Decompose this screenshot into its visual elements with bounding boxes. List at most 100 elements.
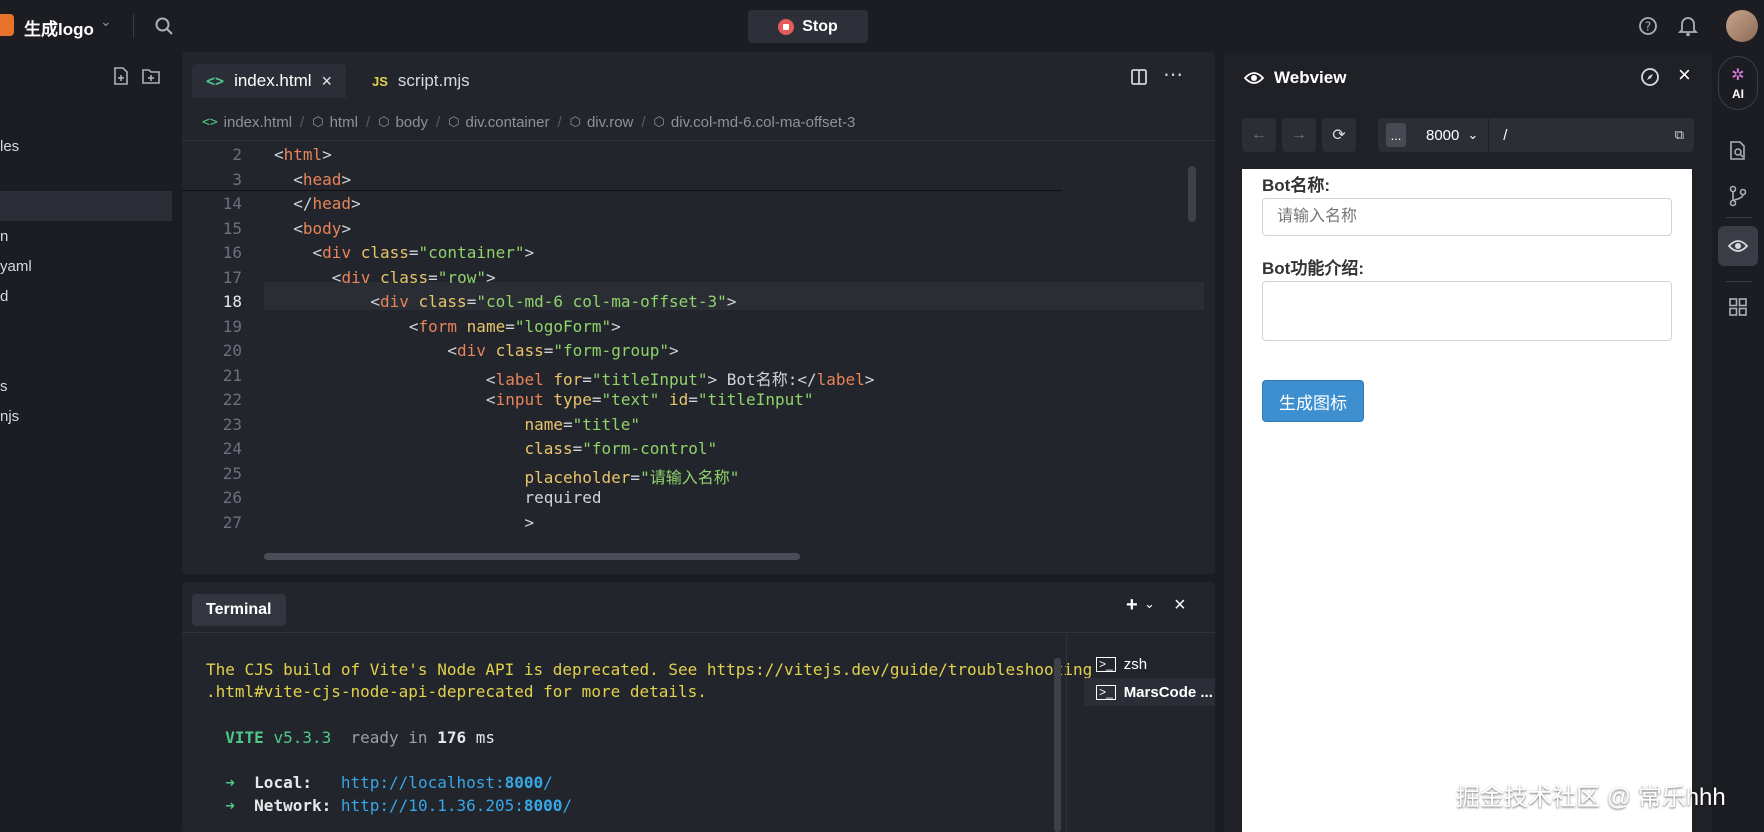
selected-file-row[interactable] <box>0 191 172 221</box>
search-icon[interactable] <box>154 16 174 36</box>
more-icon[interactable]: ⋯ <box>1163 62 1184 87</box>
eye-icon <box>1728 240 1748 252</box>
refresh-icon: ⟳ <box>1332 127 1346 144</box>
activity-bar: ✲ AI <box>1712 52 1764 832</box>
grid-apps-icon[interactable] <box>1728 297 1748 317</box>
compass-icon[interactable] <box>1640 67 1660 87</box>
copy-icon[interactable]: ⧉ <box>1675 127 1684 143</box>
line-number: 22 <box>222 390 242 409</box>
close-icon[interactable]: × <box>322 71 333 92</box>
document-search-icon[interactable] <box>1728 140 1748 162</box>
code-line: class="form-control" <box>524 439 718 458</box>
url-path[interactable]: / <box>1503 127 1507 144</box>
chevron-down-icon[interactable]: ⌄ <box>1144 596 1155 612</box>
cube-icon: ⬡ <box>653 114 665 129</box>
arrow-right-icon: → <box>1291 126 1307 143</box>
code-line: <body> <box>293 218 352 238</box>
tab-index-html[interactable]: <> index.html × <box>192 64 347 98</box>
svg-text:?: ? <box>1645 20 1651 34</box>
terminal-line: The CJS build of Vite's Node API is depr… <box>206 660 1093 679</box>
breadcrumb-item[interactable]: <> index.html <box>202 114 292 131</box>
session-marscode[interactable]: >_ MarsCode ... <box>1084 678 1215 706</box>
file-item[interactable]: njs <box>0 408 19 425</box>
code-area[interactable]: 2 3 14 15 16 17 18 19 20 21 22 23 24 25 26 27 <html> <h… <box>182 142 1215 568</box>
forward-button[interactable]: → <box>1282 118 1316 152</box>
webview-panel: Webview × ← → ⟳ ... 8000 ⌄ / ⧉ Bot名称: Bo… <box>1224 52 1712 832</box>
line-number: 15 <box>222 218 242 238</box>
terminal-output[interactable]: The CJS build of Vite's Node API is depr… <box>182 634 1092 832</box>
breadcrumb-item[interactable]: ⬡ html <box>312 114 358 131</box>
breadcrumb-item[interactable]: ⬡ div.col-md-6.col-ma-offset-3 <box>654 114 856 131</box>
webview-header: Webview <box>1244 68 1346 88</box>
code-line: </head> <box>293 194 361 213</box>
code-line: placeholder="请输入名称" <box>524 467 740 487</box>
reload-button[interactable]: ⟳ <box>1322 118 1356 152</box>
cube-icon: ⬡ <box>448 114 460 129</box>
new-folder-icon[interactable] <box>141 67 161 85</box>
line-number: 25 <box>222 463 242 483</box>
line-number: 19 <box>222 316 242 336</box>
session-zsh[interactable]: >_ zsh <box>1084 650 1215 678</box>
terminal-line: ➜ Network: http://10.1.36.205:8000/ <box>225 796 573 815</box>
tab-label: script.mjs <box>397 71 470 90</box>
more-button[interactable]: ... <box>1386 123 1406 147</box>
file-item[interactable]: yaml <box>0 258 32 275</box>
cube-icon: ⬡ <box>378 114 390 129</box>
webview-preview: Bot名称: Bot功能介绍: 生成图标 <box>1242 169 1692 832</box>
line-number: 26 <box>222 488 242 507</box>
code-icon: <> <box>206 72 225 90</box>
tab-label: index.html <box>234 71 312 90</box>
stop-button[interactable]: Stop <box>748 10 868 43</box>
file-item[interactable]: n <box>0 228 8 245</box>
avatar[interactable] <box>1726 10 1758 42</box>
divider <box>182 632 1215 633</box>
new-file-icon[interactable] <box>112 66 130 86</box>
horizontal-scrollbar[interactable] <box>264 553 800 560</box>
breadcrumb-item[interactable]: ⬡ div.container <box>448 114 549 131</box>
terminal-icon: >_ <box>1096 684 1116 700</box>
stop-label: Stop <box>802 17 838 35</box>
divider <box>1726 217 1752 218</box>
eye-icon <box>1244 72 1264 84</box>
add-terminal-icon[interactable]: + <box>1126 594 1138 617</box>
bell-icon[interactable] <box>1678 15 1698 37</box>
js-icon: JS <box>372 73 388 89</box>
tab-terminal[interactable]: Terminal <box>192 594 286 626</box>
file-item[interactable]: s <box>0 378 8 395</box>
generate-icon-button[interactable]: 生成图标 <box>1262 380 1364 422</box>
bot-desc-textarea[interactable] <box>1262 281 1672 341</box>
divider <box>1726 281 1752 282</box>
file-item[interactable]: les <box>0 138 19 155</box>
line-number: 24 <box>222 439 242 458</box>
terminal-line: VITE v5.3.3 ready in 176 ms <box>225 728 496 747</box>
divider <box>1488 118 1490 152</box>
help-icon[interactable]: ? <box>1638 16 1658 36</box>
tab-script-mjs[interactable]: JS script.mjs <box>358 64 484 98</box>
git-branch-icon[interactable] <box>1728 185 1748 207</box>
chevron-down-icon[interactable]: ⌄ <box>100 13 112 30</box>
cube-icon: ⬡ <box>312 114 324 129</box>
breadcrumb-item[interactable]: ⬡ body <box>378 114 428 131</box>
code-line: <input type="text" id="titleInput" <box>485 390 814 409</box>
line-number: 3 <box>232 169 242 189</box>
line-number: 18 <box>222 292 242 311</box>
port-select[interactable]: 8000 <box>1426 127 1459 144</box>
divider <box>1066 634 1067 832</box>
address-bar[interactable]: ... 8000 ⌄ / ⧉ <box>1378 118 1694 152</box>
webview-toggle-button[interactable] <box>1718 226 1758 266</box>
vertical-scrollbar[interactable] <box>1188 166 1196 222</box>
webview-title: Webview <box>1274 68 1347 87</box>
back-button[interactable]: ← <box>1242 118 1276 152</box>
chevron-down-icon[interactable]: ⌄ <box>1467 127 1478 143</box>
ai-button[interactable]: ✲ AI <box>1718 56 1758 110</box>
terminal-scrollbar[interactable] <box>1054 658 1061 832</box>
cube-icon: ⬡ <box>569 114 581 129</box>
breadcrumb-item[interactable]: ⬡ div.row <box>570 114 634 131</box>
bot-name-input[interactable] <box>1262 198 1672 236</box>
breadcrumb: <> index.html / ⬡ html / ⬡ body / ⬡ div.contain… <box>202 113 856 131</box>
close-icon[interactable]: × <box>1174 594 1186 617</box>
close-icon[interactable]: × <box>1678 62 1691 88</box>
project-name[interactable]: 生成logo <box>24 15 94 40</box>
file-item[interactable]: d <box>0 288 8 305</box>
split-editor-icon[interactable] <box>1130 68 1148 86</box>
